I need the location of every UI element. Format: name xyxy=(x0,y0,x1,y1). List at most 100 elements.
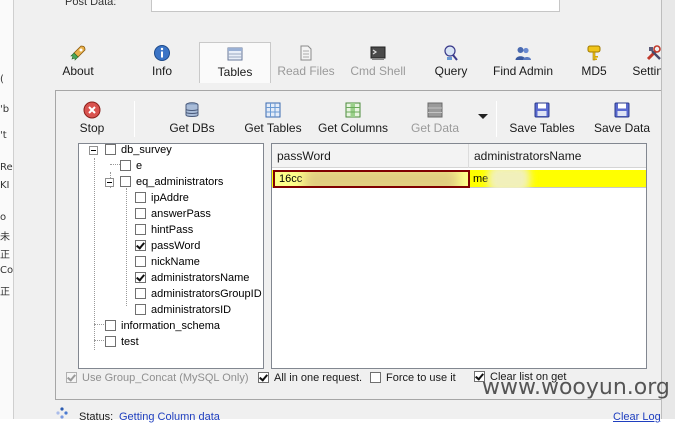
tree-node-information-schema[interactable]: information_schema xyxy=(105,319,220,335)
grid-header: passWord administratorsName xyxy=(272,144,646,168)
tab-info[interactable]: Info xyxy=(142,42,182,82)
stop-button[interactable]: Stop xyxy=(74,101,110,137)
force-use-option[interactable]: Force to use it xyxy=(370,372,456,384)
tab-label: Tables xyxy=(217,65,253,79)
tab-label: Info xyxy=(151,64,172,78)
tree-checkbox[interactable] xyxy=(135,256,146,267)
collapse-icon[interactable] xyxy=(105,178,114,187)
tree-node-column[interactable]: answerPass xyxy=(135,207,211,223)
bg-char: Re xyxy=(0,162,13,173)
use-group-concat-checkbox[interactable] xyxy=(66,372,77,383)
tree-checkbox[interactable] xyxy=(135,192,146,203)
all-in-one-checkbox[interactable] xyxy=(258,372,269,383)
spinner-icon xyxy=(56,407,68,419)
tab-label: MD5 xyxy=(581,64,607,78)
table-cell-password[interactable]: 16cc xyxy=(273,170,470,188)
tab-label: Cmd Shell xyxy=(350,64,406,78)
columns-icon xyxy=(345,102,361,118)
tab-tables[interactable]: Tables xyxy=(199,42,271,83)
query-icon xyxy=(444,45,458,61)
tree-checkbox[interactable] xyxy=(135,224,146,235)
tree-node-label: test xyxy=(121,336,139,348)
get-columns-button[interactable]: Get Columns xyxy=(314,101,392,137)
background-left-window: ( 'b 't Re KI o 未 正 Co 正 xyxy=(0,0,14,419)
stop-label: Stop xyxy=(79,121,105,135)
save-data-button[interactable]: Save Data xyxy=(590,101,654,137)
tab-md5[interactable]: MD5 xyxy=(574,42,614,82)
tree-node-column[interactable]: administratorsGroupID xyxy=(135,287,262,303)
status-value: Getting Column data xyxy=(119,411,220,423)
tree-checkbox[interactable] xyxy=(135,304,146,315)
main-window: Post Data: About Info Tables Read Files … xyxy=(14,0,675,423)
tab-query[interactable]: Query xyxy=(430,42,472,82)
tree-checkbox[interactable] xyxy=(135,208,146,219)
tree-node-column[interactable]: hintPass xyxy=(135,223,193,239)
data-icon xyxy=(427,102,443,118)
tab-cmd-shell[interactable]: Cmd Shell xyxy=(346,42,410,82)
save-icon xyxy=(534,102,550,118)
tree-connector xyxy=(94,158,95,350)
tree-connector xyxy=(94,340,104,341)
get-tables-button[interactable]: Get Tables xyxy=(240,101,306,137)
tree-node-column[interactable]: nickName xyxy=(135,255,200,271)
tab-find-admin[interactable]: Find Admin xyxy=(488,42,558,82)
tree-node-label: administratorsName xyxy=(151,272,250,284)
tab-read-files[interactable]: Read Files xyxy=(274,42,338,82)
tables-toolbar: Stop Get DBs Get Tables Get Columns Get … xyxy=(56,91,668,141)
all-in-one-option[interactable]: All in one request. xyxy=(258,372,362,384)
get-columns-label: Get Columns xyxy=(317,121,389,135)
tree-node-test[interactable]: test xyxy=(105,335,139,351)
toolbar-separator xyxy=(134,101,135,137)
tab-about[interactable]: About xyxy=(56,42,100,82)
tree-checkbox[interactable] xyxy=(105,336,116,347)
database-tree[interactable]: db_survey e eq_administrators ipAddre an… xyxy=(78,143,264,369)
use-group-concat-label: Use Group_Concat (MySQL Only) xyxy=(82,372,249,384)
tree-node-label: hintPass xyxy=(151,224,194,236)
tree-node-column[interactable]: passWord xyxy=(135,239,200,255)
get-data-button[interactable]: Get Data xyxy=(406,101,464,137)
collapse-icon[interactable] xyxy=(89,146,98,155)
force-use-checkbox[interactable] xyxy=(370,372,381,383)
bg-char: o xyxy=(0,212,7,223)
save-tables-button[interactable]: Save Tables xyxy=(506,101,578,137)
use-group-concat-option[interactable]: Use Group_Concat (MySQL Only) xyxy=(66,372,248,384)
get-dbs-button[interactable]: Get DBs xyxy=(164,101,220,137)
table-row[interactable]: 16cc me xyxy=(272,170,646,188)
chevron-down-icon[interactable] xyxy=(478,114,488,119)
tree-node-label: administratorsGroupID xyxy=(151,288,262,300)
tree-checkbox-checked[interactable] xyxy=(135,272,146,283)
bg-char: 'b xyxy=(0,104,10,115)
users-icon xyxy=(515,47,531,60)
tree-checkbox[interactable] xyxy=(105,320,116,331)
tree-node-label: answerPass xyxy=(151,208,211,220)
column-header-password[interactable]: passWord xyxy=(272,144,469,168)
info-icon xyxy=(154,45,170,61)
window-edge xyxy=(661,0,675,419)
key-icon xyxy=(587,45,601,61)
get-tables-label: Get Tables xyxy=(244,121,302,135)
tree-checkbox[interactable] xyxy=(120,176,131,187)
tree-node-column[interactable]: administratorsID xyxy=(135,303,231,319)
tree-node-label: db_survey xyxy=(121,144,172,156)
tables-icon xyxy=(227,47,243,61)
tree-checkbox[interactable] xyxy=(135,288,146,299)
tree-node-label: nickName xyxy=(151,256,200,268)
tree-node-e[interactable]: e xyxy=(120,159,142,175)
column-header-administratorsname[interactable]: administratorsName xyxy=(469,144,646,168)
cell-value: me xyxy=(473,173,489,185)
tables-panel: Stop Get DBs Get Tables Get Columns Get … xyxy=(55,90,669,400)
tree-checkbox-checked[interactable] xyxy=(135,240,146,251)
tree-node-label: eq_administrators xyxy=(136,176,224,188)
post-data-input[interactable] xyxy=(151,0,560,12)
cell-value: 16cc xyxy=(279,173,303,185)
clear-log-link[interactable]: Clear Log xyxy=(613,411,661,423)
tree-connector xyxy=(94,324,104,325)
stop-icon xyxy=(83,101,101,119)
save-data-label: Save Data xyxy=(593,121,651,135)
data-grid[interactable]: passWord administratorsName 16cc me xyxy=(271,143,647,369)
tree-checkbox[interactable] xyxy=(105,144,116,155)
tree-node-column[interactable]: ipAddre xyxy=(135,191,189,207)
table-cell-administratorsname[interactable]: me xyxy=(469,170,646,188)
tree-checkbox[interactable] xyxy=(120,160,131,171)
tree-node-column[interactable]: administratorsName xyxy=(135,271,249,287)
